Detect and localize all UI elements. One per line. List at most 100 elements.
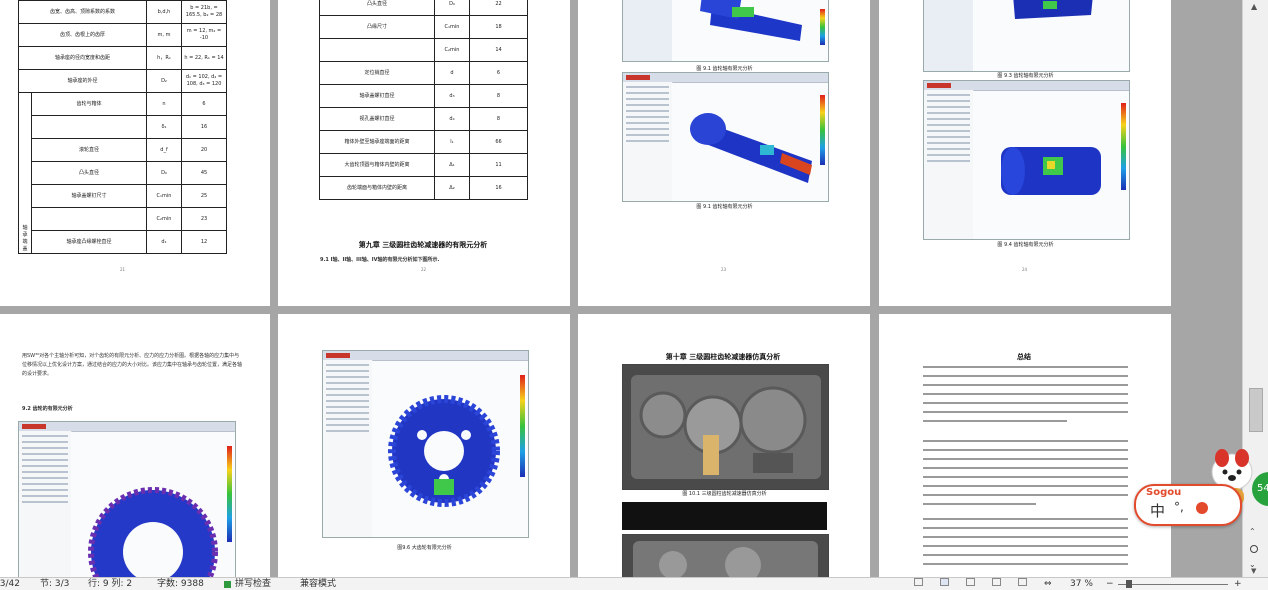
gearbox-model-image bbox=[633, 541, 818, 577]
ime-punct-icon[interactable]: °, bbox=[1174, 500, 1184, 514]
page-22: 凸头直径 D₀ 22 凸缘尺寸 C₁min 18 C₂min 14 定位销直径 d 6 轴承盖螺钉直径… bbox=[278, 0, 570, 306]
scroll-up-arrow-icon[interactable]: ▲ bbox=[1251, 2, 1257, 11]
fea-screenshot-shaft-3 bbox=[923, 0, 1130, 72]
summary-paragraph-1 bbox=[923, 366, 1128, 429]
page-number: 21 bbox=[120, 267, 126, 272]
fea-screenshot-shaft-4 bbox=[923, 80, 1130, 240]
table-cell-label: 凸头直径 bbox=[319, 0, 435, 16]
view-print-layout-icon[interactable] bbox=[940, 578, 949, 586]
select-browse-object-icon[interactable] bbox=[1250, 545, 1258, 553]
status-zoom[interactable]: 37 % bbox=[1070, 578, 1093, 590]
table-cell-label: 轴承座的外径 bbox=[18, 69, 147, 93]
figure-caption: 图9.6 大齿轮有限元分析 bbox=[397, 545, 452, 551]
fit-page-icon[interactable]: ⇔ bbox=[1044, 578, 1052, 590]
table-cell-symbol: C₂min bbox=[434, 38, 470, 62]
shaft-model-image bbox=[690, 113, 813, 183]
table-cell-label bbox=[319, 38, 435, 62]
table-row: 凸头直径 D₀ 45 bbox=[19, 161, 227, 185]
chapter-9-title: 第九章 三级圆柱齿轮减速器的有限元分析 bbox=[358, 241, 488, 249]
table-cell-label: 凸缘尺寸 bbox=[319, 15, 435, 39]
spell-check-icon[interactable] bbox=[224, 581, 231, 588]
view-draft-icon[interactable] bbox=[1018, 578, 1027, 586]
table-cell-value: d₁ = 102, d₂ = 108, d₃ = 120 bbox=[181, 69, 227, 93]
table-cell-value: 8 bbox=[469, 84, 528, 108]
ime-mode-label[interactable]: 中 bbox=[1150, 500, 1165, 521]
table-cell-label: 轴承盖螺钉尺寸 bbox=[31, 184, 147, 208]
ime-toolbar[interactable]: Sogou 中 °, bbox=[1134, 484, 1242, 526]
table-cell-symbol: d₁ bbox=[146, 230, 182, 254]
table-cell-symbol: d bbox=[434, 61, 470, 85]
body-paragraph: 用SW³⁰对各个主轴分析可知，对个齿轮的有限元分析、应力的应力分析图。根据各轴的… bbox=[22, 353, 243, 377]
table-cell-value: 22 bbox=[469, 0, 528, 16]
zoom-in-button[interactable]: + bbox=[1234, 578, 1242, 590]
ime-badge-count: 54 bbox=[1257, 483, 1268, 494]
dark-image-band bbox=[622, 502, 827, 530]
status-bar: 23/42 节: 3/3 行: 9 列: 2 字数: 9388 拼写检查 兼容模… bbox=[0, 577, 1268, 590]
table-cell-value: b = 21b, = 165.5, b₂ = 28 bbox=[181, 0, 227, 24]
table-row: 定位销直径 d 6 bbox=[319, 61, 528, 85]
spec-table-1: 齿宽、齿高、顶隙系数的系数 b,d,h b = 21b, = 165.5, b₂ =… bbox=[18, 0, 227, 254]
status-section[interactable]: 节: 3/3 bbox=[40, 578, 69, 590]
page-24: 图 9.3 齿轮轴有限元分析 图 9.4 齿轮轴有限元分析 24 bbox=[879, 0, 1171, 306]
table-cell-value: 20 bbox=[181, 138, 227, 162]
table-cell-symbol: Δ₂ bbox=[434, 176, 470, 200]
table-cell-label bbox=[31, 207, 147, 231]
zoom-slider-handle[interactable] bbox=[1126, 580, 1132, 588]
table-cell-label: 视孔盖螺钉直径 bbox=[319, 107, 435, 131]
table-cell-value: 8 bbox=[469, 107, 528, 131]
table-row: 箱体外壁至轴承座端面的距离 l₁ 66 bbox=[319, 130, 528, 154]
table-row: 齿顶、齿根上的齿厚 m, mm = 12, m₂ = -10 bbox=[18, 23, 227, 47]
table-cell-symbol: C₂min bbox=[146, 207, 182, 231]
zoom-slider-track[interactable] bbox=[1118, 584, 1228, 585]
page-number: 24 bbox=[1022, 267, 1028, 272]
scroll-down-arrow-icon[interactable]: ▼ bbox=[1251, 567, 1256, 575]
page-number: 22 bbox=[421, 267, 427, 272]
figure-caption: 图 10.1 三级圆柱齿轮减速器仿真分析 bbox=[682, 491, 767, 497]
figure-caption: 图 9.1 齿轮轴有限元分析 bbox=[696, 66, 753, 72]
table-cell-label: 滚轮直径 bbox=[31, 138, 147, 162]
fea-screenshot-shaft-1 bbox=[622, 0, 829, 62]
status-page-info[interactable]: 23/42 bbox=[0, 578, 20, 590]
table-cell-symbol: b,d,h bbox=[146, 0, 182, 24]
table-cell-symbol: d₃ bbox=[434, 84, 470, 108]
table-cell-value: 6 bbox=[181, 92, 227, 116]
ime-settings-icon[interactable] bbox=[1196, 502, 1208, 514]
table-row: 视孔盖螺钉直径 d₄ 8 bbox=[319, 107, 528, 131]
table-cell-label: 齿宽、齿高、顶隙系数的系数 bbox=[18, 0, 147, 24]
fea-screenshot-shaft-2 bbox=[622, 72, 829, 202]
table-cell-symbol: Δ₁ bbox=[434, 153, 470, 177]
table-cell-symbol: D₀ bbox=[434, 0, 470, 16]
table-cell-value: 66 bbox=[469, 130, 528, 154]
scroll-thumb[interactable] bbox=[1249, 388, 1263, 432]
section-9-2-title: 9.2 齿轮的有限元分析 bbox=[22, 406, 73, 412]
gearbox-model-image bbox=[623, 365, 828, 489]
table-cell-label: 轴承盖螺钉直径 bbox=[319, 84, 435, 108]
page-28: 总结 bbox=[879, 314, 1171, 577]
table-cell-label bbox=[31, 115, 147, 139]
fea-screenshot-gear-2 bbox=[322, 350, 529, 538]
zoom-out-button[interactable]: − bbox=[1106, 578, 1114, 590]
view-reading-icon[interactable] bbox=[914, 578, 923, 586]
ime-widget[interactable]: Sogou 中 °, 54 bbox=[1134, 446, 1268, 530]
table-cell-symbol: C₁min bbox=[434, 15, 470, 39]
table-cell-label: 箱体外壁至轴承座端面的距离 bbox=[319, 130, 435, 154]
table-cell-label: 齿顶、齿根上的齿厚 bbox=[18, 23, 147, 47]
summary-title: 总结 bbox=[1017, 353, 1031, 361]
document-canvas[interactable]: 齿宽、齿高、顶隙系数的系数 b,d,h b = 21b, = 165.5, b₂ =… bbox=[0, 0, 1242, 577]
status-position[interactable]: 行: 9 列: 2 bbox=[88, 578, 132, 590]
status-compat-mode[interactable]: 兼容模式 bbox=[300, 578, 336, 590]
page-27: 第十章 三级圆柱齿轮减速器仿真分析 图 10.1 三级圆柱齿轮减速器仿真分析 bbox=[578, 314, 870, 577]
table-cell-label: 轴承座的径向宽度和齿距 bbox=[18, 46, 147, 70]
table-row: 轴承座凸缘螺栓直径 d₁ 12 bbox=[19, 230, 227, 254]
table-cell-label: 定位销直径 bbox=[319, 61, 435, 85]
status-spell-check[interactable]: 拼写检查 bbox=[235, 578, 271, 590]
figure-caption: 图 9.3 齿轮轴有限元分析 bbox=[997, 73, 1054, 79]
table-cell-label: 大齿轮顶圆与箱体内壁的距离 bbox=[319, 153, 435, 177]
table-cell-symbol: h，R₁ bbox=[146, 46, 182, 70]
table-row: 轴承端盖 齿轮与箱体 n 6 bbox=[18, 92, 227, 254]
status-word-count[interactable]: 字数: 9388 bbox=[157, 578, 204, 590]
table-row: 轴承盖螺钉直径 d₃ 8 bbox=[319, 84, 528, 108]
view-web-icon[interactable] bbox=[992, 578, 1001, 586]
table-cell-value: h = 22, R₁ = 14 bbox=[181, 46, 227, 70]
view-outline-icon[interactable] bbox=[966, 578, 975, 586]
